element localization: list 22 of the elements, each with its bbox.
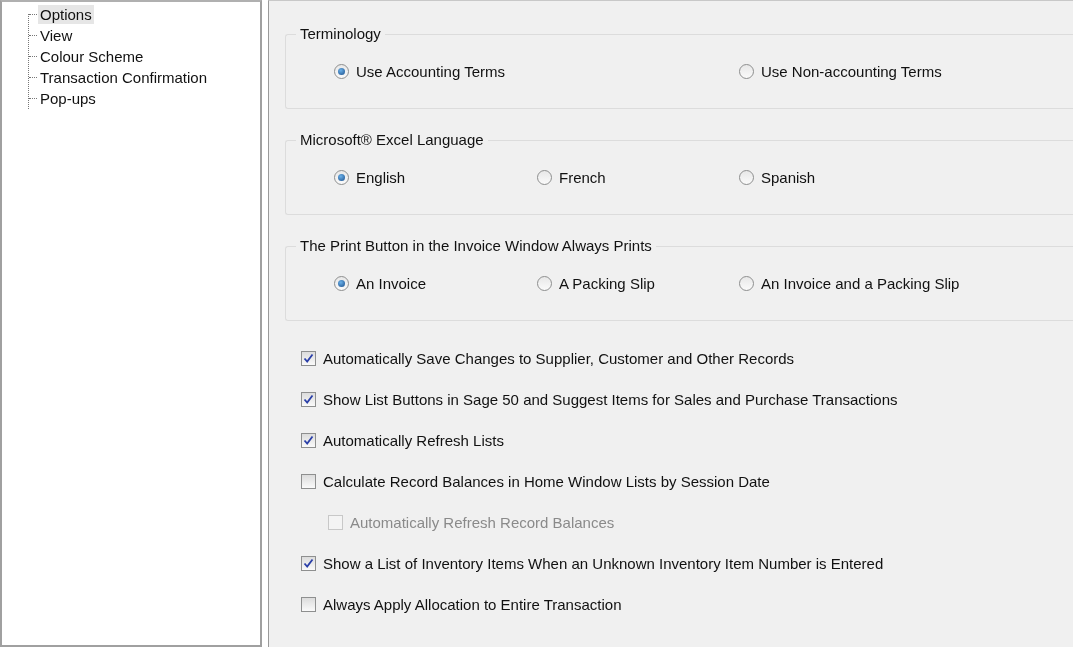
tree-item[interactable]: Options [38,5,94,24]
radio-label[interactable]: Use Non-accounting Terms [761,63,942,80]
group-title: Microsoft® Excel Language [296,131,488,148]
radio-label[interactable]: Use Accounting Terms [356,63,505,80]
tree-item[interactable]: Transaction Confirmation [38,68,209,87]
tree-item[interactable]: View [38,26,75,45]
radio-label[interactable]: An Invoice [356,275,427,292]
checkbox-label[interactable]: Automatically Refresh Lists [323,432,504,449]
radio-label[interactable]: French [559,169,606,186]
group-title: The Print Button in the Invoice Window Always Prints [296,237,656,254]
checkbox-label[interactable]: Automatically Save Changes to Supplier, Customer and Other Records [323,350,795,367]
radio-label[interactable]: A Packing Slip [559,275,655,292]
checkbox-label[interactable]: Show List Buttons in Sage 50 and Suggest Items for Sales and Purchase Transactions [323,391,898,408]
checkbox-label[interactable]: Calculate Record Balances in Home Window Lists by Session Date [323,473,770,490]
radio-label[interactable]: An Invoice and a Packing Slip [761,275,960,292]
radio-label[interactable]: Spanish [761,169,816,186]
tree-item[interactable]: Colour Scheme [38,47,146,66]
radio-label[interactable]: English [356,169,406,186]
tree-item[interactable]: Pop-ups [38,89,98,108]
checkbox-label[interactable]: Show a List of Inventory Items When an Unknown Inventory Item Number is Entered [323,555,884,572]
group-title: Terminology [296,25,385,42]
checkbox-label[interactable]: Always Apply Allocation to Entire Transaction [323,596,622,613]
